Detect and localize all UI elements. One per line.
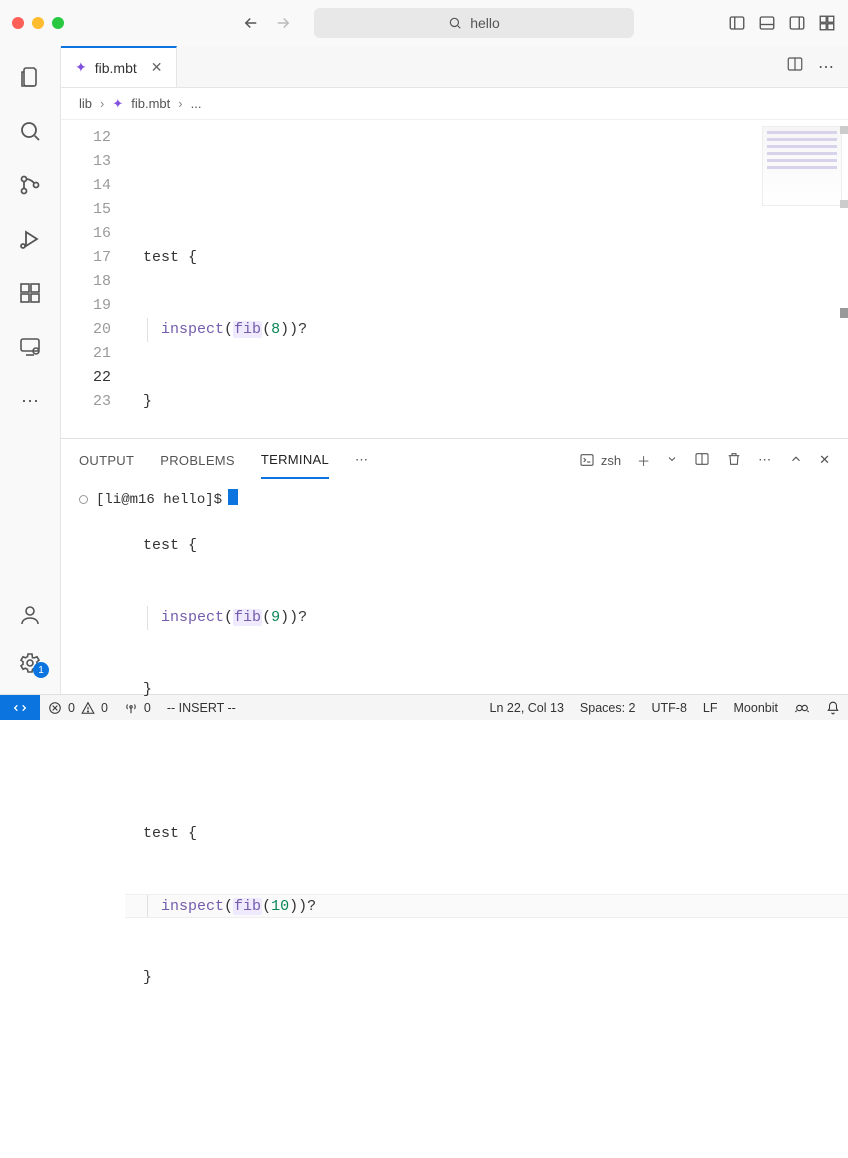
chevron-right-icon: › — [100, 96, 104, 111]
remote-explorer-icon[interactable] — [17, 334, 43, 360]
accounts-icon[interactable] — [17, 602, 43, 628]
customize-layout-icon[interactable] — [818, 14, 836, 32]
line-numbers: 12 13 14 15 16 17 18 19 20 21 22 23 — [61, 120, 125, 438]
toggle-secondary-sidebar-icon[interactable] — [788, 14, 806, 32]
moonbit-file-icon: ✦ — [112, 96, 123, 112]
close-window[interactable] — [12, 17, 24, 29]
explorer-icon[interactable] — [17, 64, 43, 90]
nav-back-icon[interactable] — [242, 14, 260, 32]
toggle-primary-sidebar-icon[interactable] — [728, 14, 746, 32]
nav-history — [242, 14, 292, 32]
activity-bar: ⋯ 1 — [0, 46, 60, 694]
breadcrumbs[interactable]: lib › ✦ fib.mbt › ... — [61, 88, 848, 120]
title-layout-controls — [728, 14, 836, 32]
warning-icon — [81, 701, 95, 715]
status-problems[interactable]: 0 0 — [40, 701, 116, 715]
breadcrumb-folder[interactable]: lib — [79, 96, 92, 111]
more-actions-icon[interactable]: ⋯ — [818, 57, 836, 77]
minimize-window[interactable] — [32, 17, 44, 29]
overview-ruler-mark — [840, 308, 848, 318]
overview-ruler-mark — [840, 200, 848, 208]
run-debug-icon[interactable] — [17, 226, 43, 252]
settings-update-badge: 1 — [33, 662, 49, 678]
code-area[interactable]: test { inspect(fib(8))? } test { inspect… — [125, 120, 848, 438]
error-icon — [48, 701, 62, 715]
title-bar: hello — [0, 0, 848, 46]
remote-indicator[interactable] — [0, 695, 40, 720]
editor[interactable]: 12 13 14 15 16 17 18 19 20 21 22 23 test… — [61, 120, 848, 438]
editor-group: ✦ fib.mbt ✕ ⋯ lib › ✦ fib.mbt › ... 12 1… — [60, 46, 848, 694]
search-view-icon[interactable] — [17, 118, 43, 144]
breadcrumb-symbol[interactable]: ... — [191, 96, 202, 111]
minimap[interactable] — [762, 126, 842, 206]
command-center[interactable]: hello — [314, 8, 634, 38]
window-controls — [12, 17, 64, 29]
more-views-icon[interactable]: ⋯ — [17, 388, 43, 414]
task-status-icon — [79, 495, 88, 504]
chevron-right-icon: › — [178, 96, 182, 111]
extensions-icon[interactable] — [17, 280, 43, 306]
moonbit-file-icon: ✦ — [75, 59, 87, 76]
toggle-panel-icon[interactable] — [758, 14, 776, 32]
search-icon — [448, 16, 462, 30]
editor-tab-fib[interactable]: ✦ fib.mbt ✕ — [61, 46, 177, 87]
zoom-window[interactable] — [52, 17, 64, 29]
split-editor-icon[interactable] — [786, 55, 804, 78]
remote-icon — [12, 700, 28, 716]
overview-ruler-mark — [840, 126, 848, 134]
editor-tabs: ✦ fib.mbt ✕ ⋯ — [61, 46, 848, 88]
breadcrumb-file[interactable]: fib.mbt — [131, 96, 170, 111]
source-control-icon[interactable] — [17, 172, 43, 198]
manage-icon[interactable]: 1 — [17, 650, 43, 676]
close-tab-icon[interactable]: ✕ — [151, 59, 163, 76]
editor-tab-label: fib.mbt — [95, 60, 137, 76]
nav-forward-icon[interactable] — [274, 14, 292, 32]
command-center-label: hello — [470, 15, 500, 31]
